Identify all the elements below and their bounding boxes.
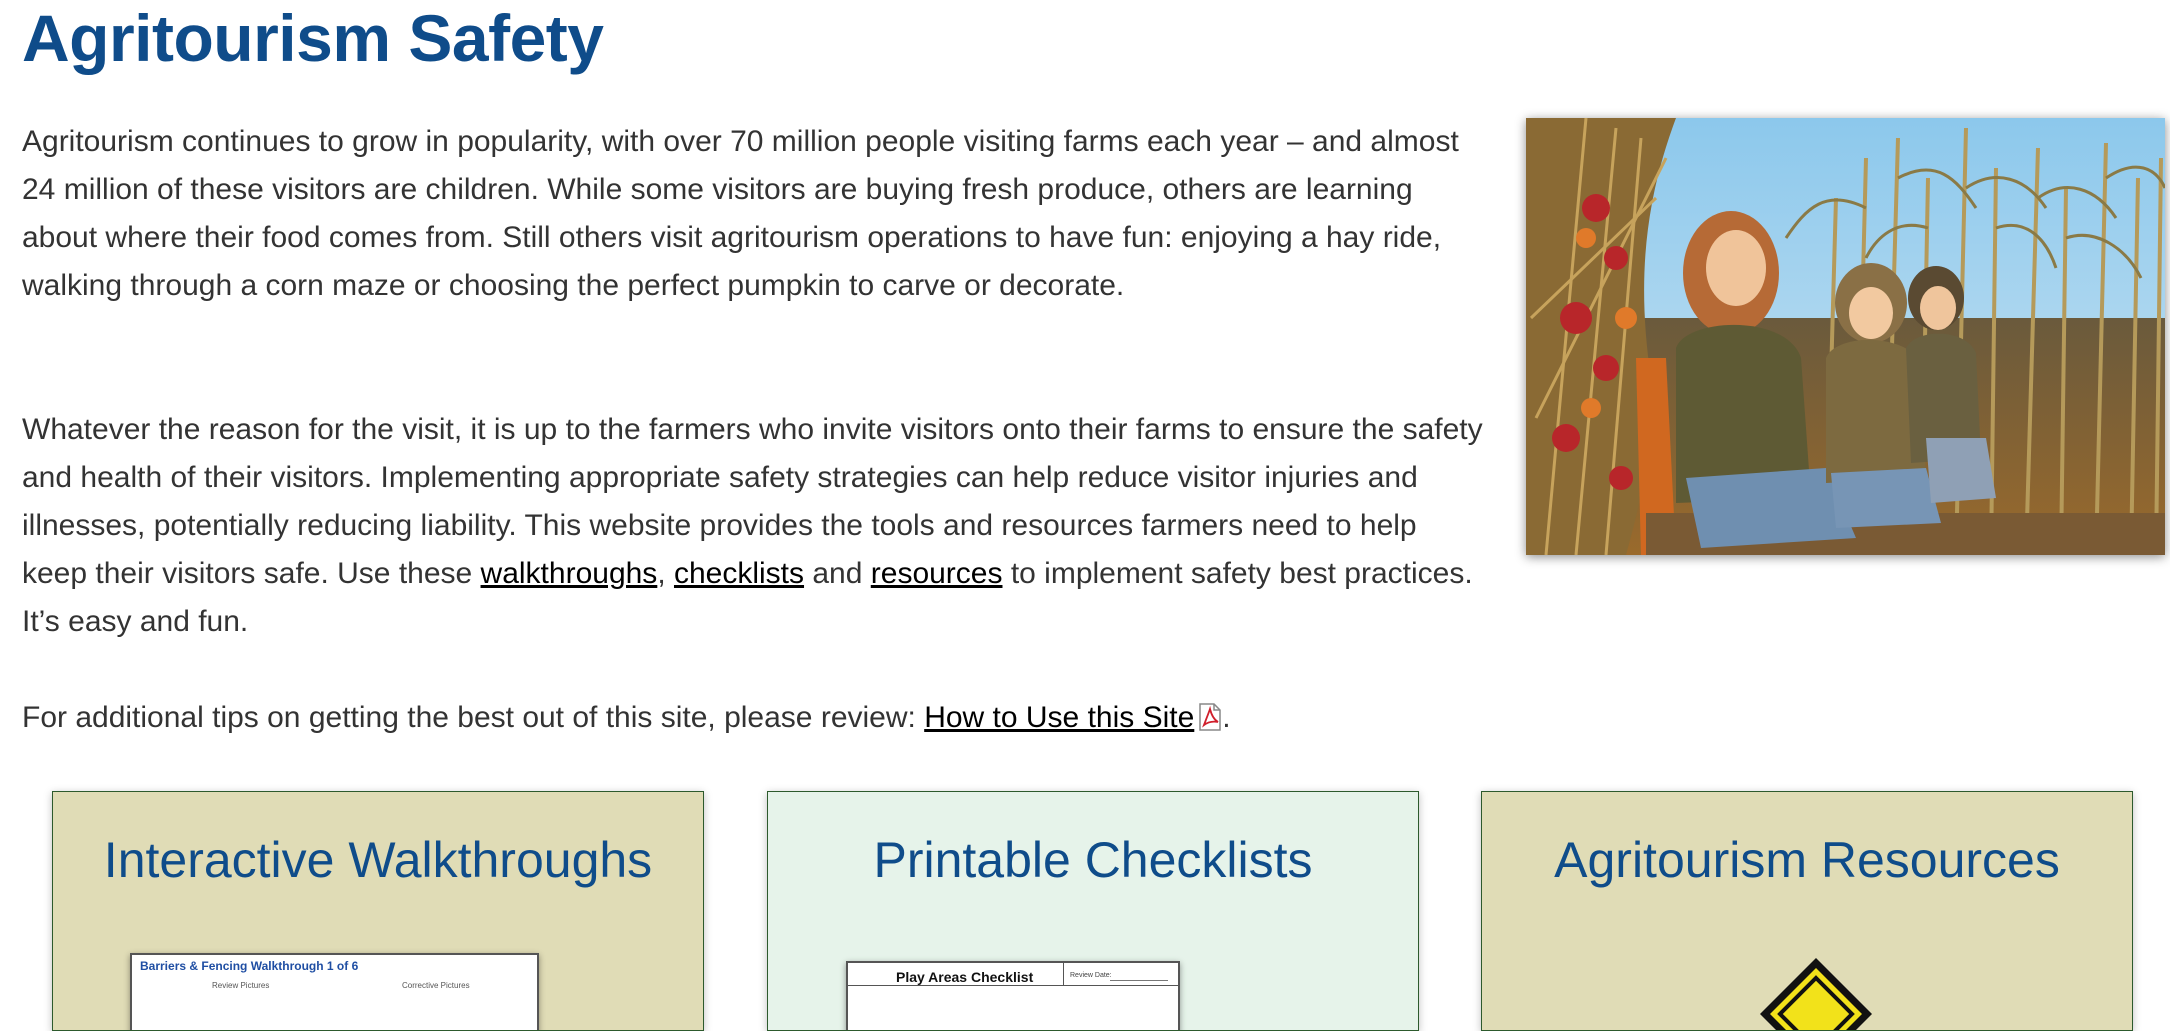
how-to-use-link[interactable]: How to Use this Site <box>924 701 1194 734</box>
warning-sign-icon[interactable] <box>1756 954 1876 1031</box>
walkthroughs-card-title[interactable]: Interactive Walkthroughs <box>53 830 703 890</box>
review-pictures-label: Review Pictures <box>212 981 270 990</box>
checklist-header-rule <box>848 985 1178 986</box>
and-separator: and <box>804 557 871 590</box>
pdf-icon[interactable] <box>1198 698 1222 731</box>
intro-paragraph-1: Agritourism continues to grow in popular… <box>22 125 1459 302</box>
resources-link[interactable]: resources <box>871 557 1003 590</box>
checklist-thumbnail[interactable]: Play Areas Checklist Review Date: <box>846 961 1180 1030</box>
checklists-card[interactable]: Printable Checklists Play Areas Checklis… <box>767 791 1419 1031</box>
intro-paragraph-2: Whatever the reason for the visit, it is… <box>22 406 1487 646</box>
walkthrough-thumbnail[interactable]: Barriers & Fencing Walkthrough 1 of 6 Re… <box>130 953 539 1030</box>
resources-card-title[interactable]: Agritourism Resources <box>1482 830 2132 890</box>
comma-separator: , <box>657 557 674 590</box>
walkthroughs-card[interactable]: Interactive Walkthroughs Barriers & Fenc… <box>52 791 704 1031</box>
tips-paragraph: For additional tips on getting the best … <box>22 694 1487 742</box>
walkthrough-thumbnail-title: Barriers & Fencing Walkthrough 1 of 6 <box>140 959 359 973</box>
review-date-field <box>1110 980 1168 981</box>
corrective-pictures-label: Corrective Pictures <box>402 981 470 990</box>
resources-card[interactable]: Agritourism Resources <box>1481 791 2133 1031</box>
checklists-card-title[interactable]: Printable Checklists <box>768 830 1418 890</box>
tips-period: . <box>1222 701 1231 734</box>
checklist-divider <box>1063 963 1064 985</box>
page-title: Agritourism Safety <box>22 1 604 75</box>
walkthroughs-link[interactable]: walkthroughs <box>481 557 658 590</box>
checklists-link[interactable]: checklists <box>674 557 804 590</box>
review-date-label: Review Date: <box>1070 972 1112 979</box>
checklist-thumbnail-title: Play Areas Checklist <box>896 969 1034 985</box>
hero-image <box>1526 118 2165 555</box>
tips-text: For additional tips on getting the best … <box>22 701 925 734</box>
